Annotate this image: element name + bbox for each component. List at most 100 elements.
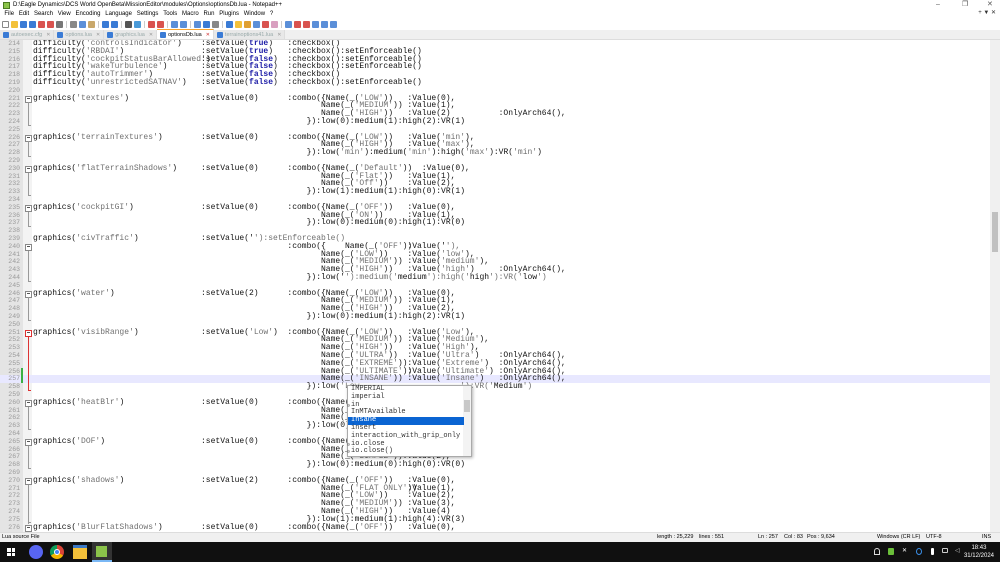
document-controls[interactable]: + ▼ ✕ [978,9,996,16]
eol-format[interactable]: Windows (CR LF) [877,533,920,542]
close-button[interactable]: ✕ [987,0,993,9]
menu-view[interactable]: View [55,10,73,19]
zoom-out-icon[interactable] [157,20,164,28]
menu-plugins[interactable]: Plugins [217,10,241,19]
sync-horizontal-icon[interactable] [180,20,187,28]
menu-tools[interactable]: Tools [161,10,180,19]
discord-icon[interactable] [29,545,43,559]
fold-toggle-icon[interactable] [24,134,32,142]
monitoring-icon[interactable] [262,20,269,28]
file-explorer-icon[interactable] [73,545,87,559]
tab-close-icon[interactable]: ✕ [149,31,153,39]
user-language-icon[interactable] [226,20,233,28]
scroll-thumb[interactable] [992,212,998,252]
paste-icon[interactable] [88,20,95,28]
show-all-characters-icon[interactable] [203,20,210,28]
fold-toggle-icon[interactable] [24,95,32,103]
display-icon[interactable] [942,548,948,553]
minimize-button[interactable]: – [936,0,940,9]
menu-settings[interactable]: Settings [134,10,160,19]
tab-close-icon[interactable]: ✕ [277,31,281,39]
copy-icon[interactable] [79,20,86,28]
usb-icon[interactable] [931,548,934,555]
folder-workspace-icon[interactable] [253,20,260,28]
tab-close-icon[interactable]: ✕ [206,31,210,39]
tab-graphics-lua[interactable]: graphics.lua ✕ [104,30,158,39]
doc-icon[interactable] [271,20,278,28]
tab-autoexec-cfg[interactable]: autoexec.cfg ✕ [0,30,55,39]
volume-icon[interactable]: ◁ [955,548,961,555]
playback-macro-icon[interactable] [303,20,310,28]
fold-toggle-icon[interactable] [24,165,32,173]
fold-toggle-icon[interactable] [24,524,32,532]
restore-button[interactable]: ❐ [962,0,968,9]
save-icon[interactable] [20,20,27,28]
run-macro-multiple-icon[interactable] [312,20,319,28]
cortana-icon[interactable] [916,548,922,555]
autocomplete-item[interactable]: imperial [348,393,464,402]
document-map-icon[interactable] [235,20,242,28]
save-all-icon[interactable] [29,20,36,28]
fold-line [24,508,31,516]
open-file-icon[interactable] [11,20,18,28]
menu-edit[interactable]: Edit [16,10,31,19]
macro-list-icon[interactable] [330,20,337,28]
menu-search[interactable]: Search [32,10,56,19]
close-icon[interactable] [38,20,45,28]
new-file-icon[interactable] [2,20,9,28]
close-all-icon[interactable] [47,20,54,28]
nvidia-icon[interactable] [888,548,894,555]
undo-icon[interactable] [102,20,109,28]
word-wrap-icon[interactable] [194,20,201,28]
find-icon[interactable] [125,20,132,28]
fold-line [24,266,31,274]
redo-icon[interactable] [111,20,118,28]
save-macro-icon[interactable] [321,20,328,28]
fold-toggle-icon[interactable] [24,438,32,446]
tab-optionsdb-lua[interactable]: optionsDb.lua ✕ [157,29,214,39]
tab-close-icon[interactable]: ✕ [96,31,100,39]
menu-window[interactable]: Window [241,10,267,19]
tab-close-icon[interactable]: ✕ [46,31,50,39]
replace-icon[interactable] [134,20,141,28]
tab-terrainoptions41-lua[interactable]: terrainoptions41.lua ✕ [213,30,286,39]
autocomplete-scroll-thumb[interactable] [464,400,470,412]
stop-record-icon[interactable] [294,20,301,28]
cut-icon[interactable] [70,20,77,28]
fold-toggle-icon[interactable] [24,329,32,337]
menu-run[interactable]: Run [201,10,217,19]
menu-encoding[interactable]: Encoding [73,10,103,19]
line-number: 246 [8,289,20,297]
vertical-scrollbar[interactable] [990,40,1000,532]
menu-file[interactable]: File [2,10,16,19]
encoding[interactable]: UTF-8 [926,533,942,542]
fold-toggle-icon[interactable] [24,290,32,298]
autocomplete-item[interactable]: io.close() ⚙ [347,448,464,456]
autocomplete-popup[interactable]: IMPERIAL imperial in ⚙ InMTAvailable Insane in… [347,385,472,457]
tab-options-lua[interactable]: options.lua ✕ [54,30,105,39]
autocomplete-scrollbar[interactable] [463,386,471,456]
fold-line [24,484,31,493]
clock[interactable]: 18:43 31/12/2024 [964,544,994,560]
sync-vertical-icon[interactable] [171,20,178,28]
print-icon[interactable] [56,20,63,28]
fold-toggle-icon[interactable] [24,204,32,212]
function-list-icon[interactable] [244,20,251,28]
fold-toggle-icon[interactable] [24,477,32,485]
code-segment: graphics('DOF') [33,436,106,446]
code-editor[interactable]: 214 difficulty('controlsIndicator'):setVa… [0,40,990,532]
headphones-icon[interactable] [874,548,880,555]
windows-start-icon[interactable] [4,545,18,559]
fold-toggle-icon[interactable] [24,243,32,251]
record-macro-icon[interactable] [285,20,292,28]
indent-guide-icon[interactable] [212,20,219,28]
chrome-icon[interactable] [50,545,64,559]
menu-language[interactable]: Language [103,10,134,19]
zoom-in-icon[interactable] [148,20,155,28]
network-icon[interactable]: ✕ [902,548,908,555]
notepad-plus-plus-taskbar-button[interactable] [92,542,112,562]
menu-macro[interactable]: Macro [180,10,201,19]
menu-help[interactable]: ? [267,10,275,19]
fold-toggle-icon[interactable] [24,399,32,407]
code-line: 246 graphics('water'):setValue(2):combo({… [0,289,990,298]
